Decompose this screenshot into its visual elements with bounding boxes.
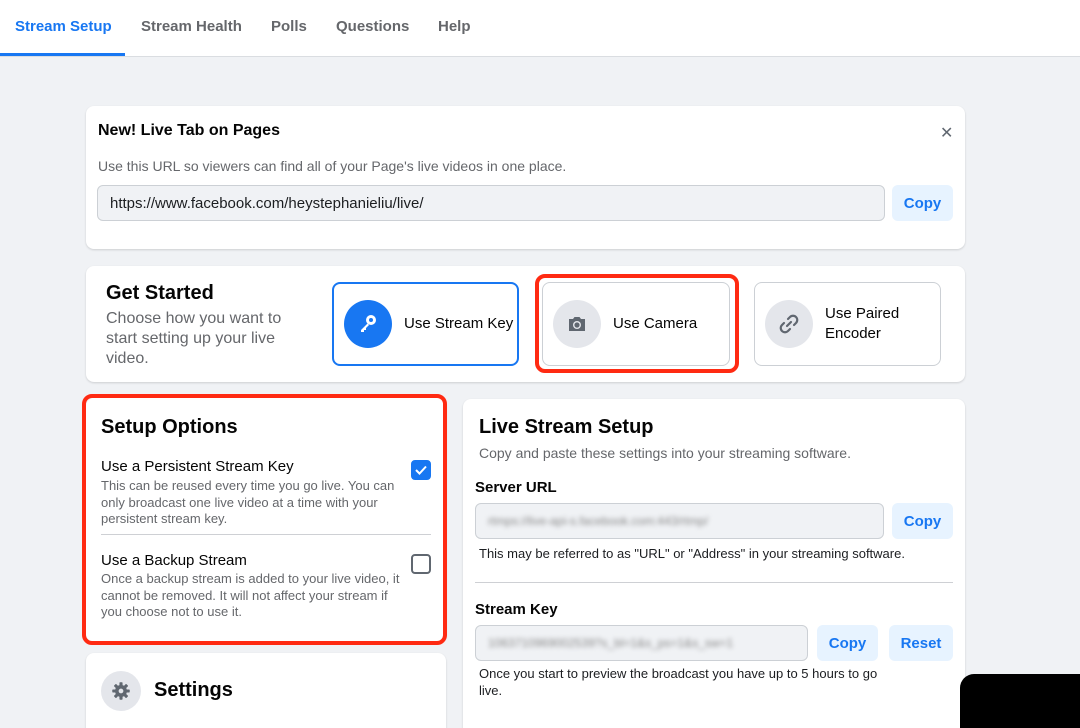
tab-questions[interactable]: Questions xyxy=(336,0,409,56)
settings-card[interactable]: Settings xyxy=(86,653,446,728)
backup-stream-checkbox[interactable] xyxy=(411,554,431,574)
option-label: Use Paired Encoder xyxy=(825,305,900,342)
setup-options-title: Setup Options xyxy=(101,416,238,438)
live-tab-description: Use this URL so viewers can find all of … xyxy=(98,158,567,174)
server-url-field[interactable]: rtmps://live-api-s.facebook.com:443/rtmp… xyxy=(475,503,884,539)
server-url-value: rtmps://live-api-s.facebook.com:443/rtmp… xyxy=(488,514,709,528)
stream-key-value: 1063710969002539?s_bl=1&s_ps=1&s_sw=1 xyxy=(488,636,734,650)
settings-title: Settings xyxy=(154,679,233,701)
option-description: This can be reused every time you go liv… xyxy=(101,478,395,526)
key-icon xyxy=(344,300,392,348)
live-url-field[interactable]: https://www.facebook.com/heystephanieliu… xyxy=(97,185,885,221)
server-url-help: This may be referred to as "URL" or "Add… xyxy=(479,546,905,561)
server-url-label: Server URL xyxy=(475,479,557,496)
server-url-copy-button[interactable]: Copy xyxy=(892,503,953,539)
checkmark-icon xyxy=(415,465,427,475)
video-preview-panel xyxy=(960,674,1080,728)
active-tab-indicator xyxy=(0,53,125,56)
gear-icon xyxy=(101,671,141,711)
use-camera-option[interactable]: Use Camera xyxy=(542,282,730,366)
option-label: Use Camera xyxy=(613,315,698,332)
get-started-card: Get Started Choose how you want to start… xyxy=(86,266,965,382)
tab-stream-setup[interactable]: Stream Setup xyxy=(15,0,112,56)
tab-help[interactable]: Help xyxy=(438,0,471,56)
tab-polls[interactable]: Polls xyxy=(271,0,307,56)
live-url-copy-button[interactable]: Copy xyxy=(892,185,953,221)
divider xyxy=(475,582,953,583)
top-nav: Stream Setup Stream Health Polls Questio… xyxy=(0,0,1080,57)
stream-key-label: Stream Key xyxy=(475,601,558,618)
get-started-title: Get Started xyxy=(106,282,214,304)
use-stream-key-option[interactable]: Use Stream Key xyxy=(332,282,519,366)
tab-stream-health[interactable]: Stream Health xyxy=(141,0,242,56)
close-icon[interactable]: ✕ xyxy=(940,123,953,143)
stream-key-copy-button[interactable]: Copy xyxy=(817,625,878,661)
persistent-stream-key-checkbox[interactable] xyxy=(411,460,431,480)
stream-key-field[interactable]: 1063710969002539?s_bl=1&s_ps=1&s_sw=1 xyxy=(475,625,808,661)
live-stream-setup-title: Live Stream Setup xyxy=(479,416,654,438)
use-paired-encoder-option[interactable]: Use Paired Encoder xyxy=(754,282,941,366)
live-stream-setup-subtitle: Copy and paste these settings into your … xyxy=(479,445,851,461)
option-title: Use a Persistent Stream Key xyxy=(101,458,294,475)
option-description: Once a backup stream is added to your li… xyxy=(101,571,400,619)
setup-options-card: Setup Options Use a Persistent Stream Ke… xyxy=(86,398,446,642)
live-stream-setup-card: Live Stream Setup Copy and paste these s… xyxy=(463,399,965,728)
camera-icon xyxy=(553,300,601,348)
stream-key-reset-button[interactable]: Reset xyxy=(889,625,953,661)
stream-key-help: Once you start to preview the broadcast … xyxy=(479,666,878,698)
live-tab-card: New! Live Tab on Pages ✕ Use this URL so… xyxy=(86,106,965,249)
get-started-description: Choose how you want to start setting up … xyxy=(106,310,282,367)
link-icon xyxy=(765,300,813,348)
option-title: Use a Backup Stream xyxy=(101,552,247,569)
live-tab-title: New! Live Tab on Pages xyxy=(98,122,280,139)
divider xyxy=(101,534,431,535)
option-label: Use Stream Key xyxy=(404,315,514,332)
